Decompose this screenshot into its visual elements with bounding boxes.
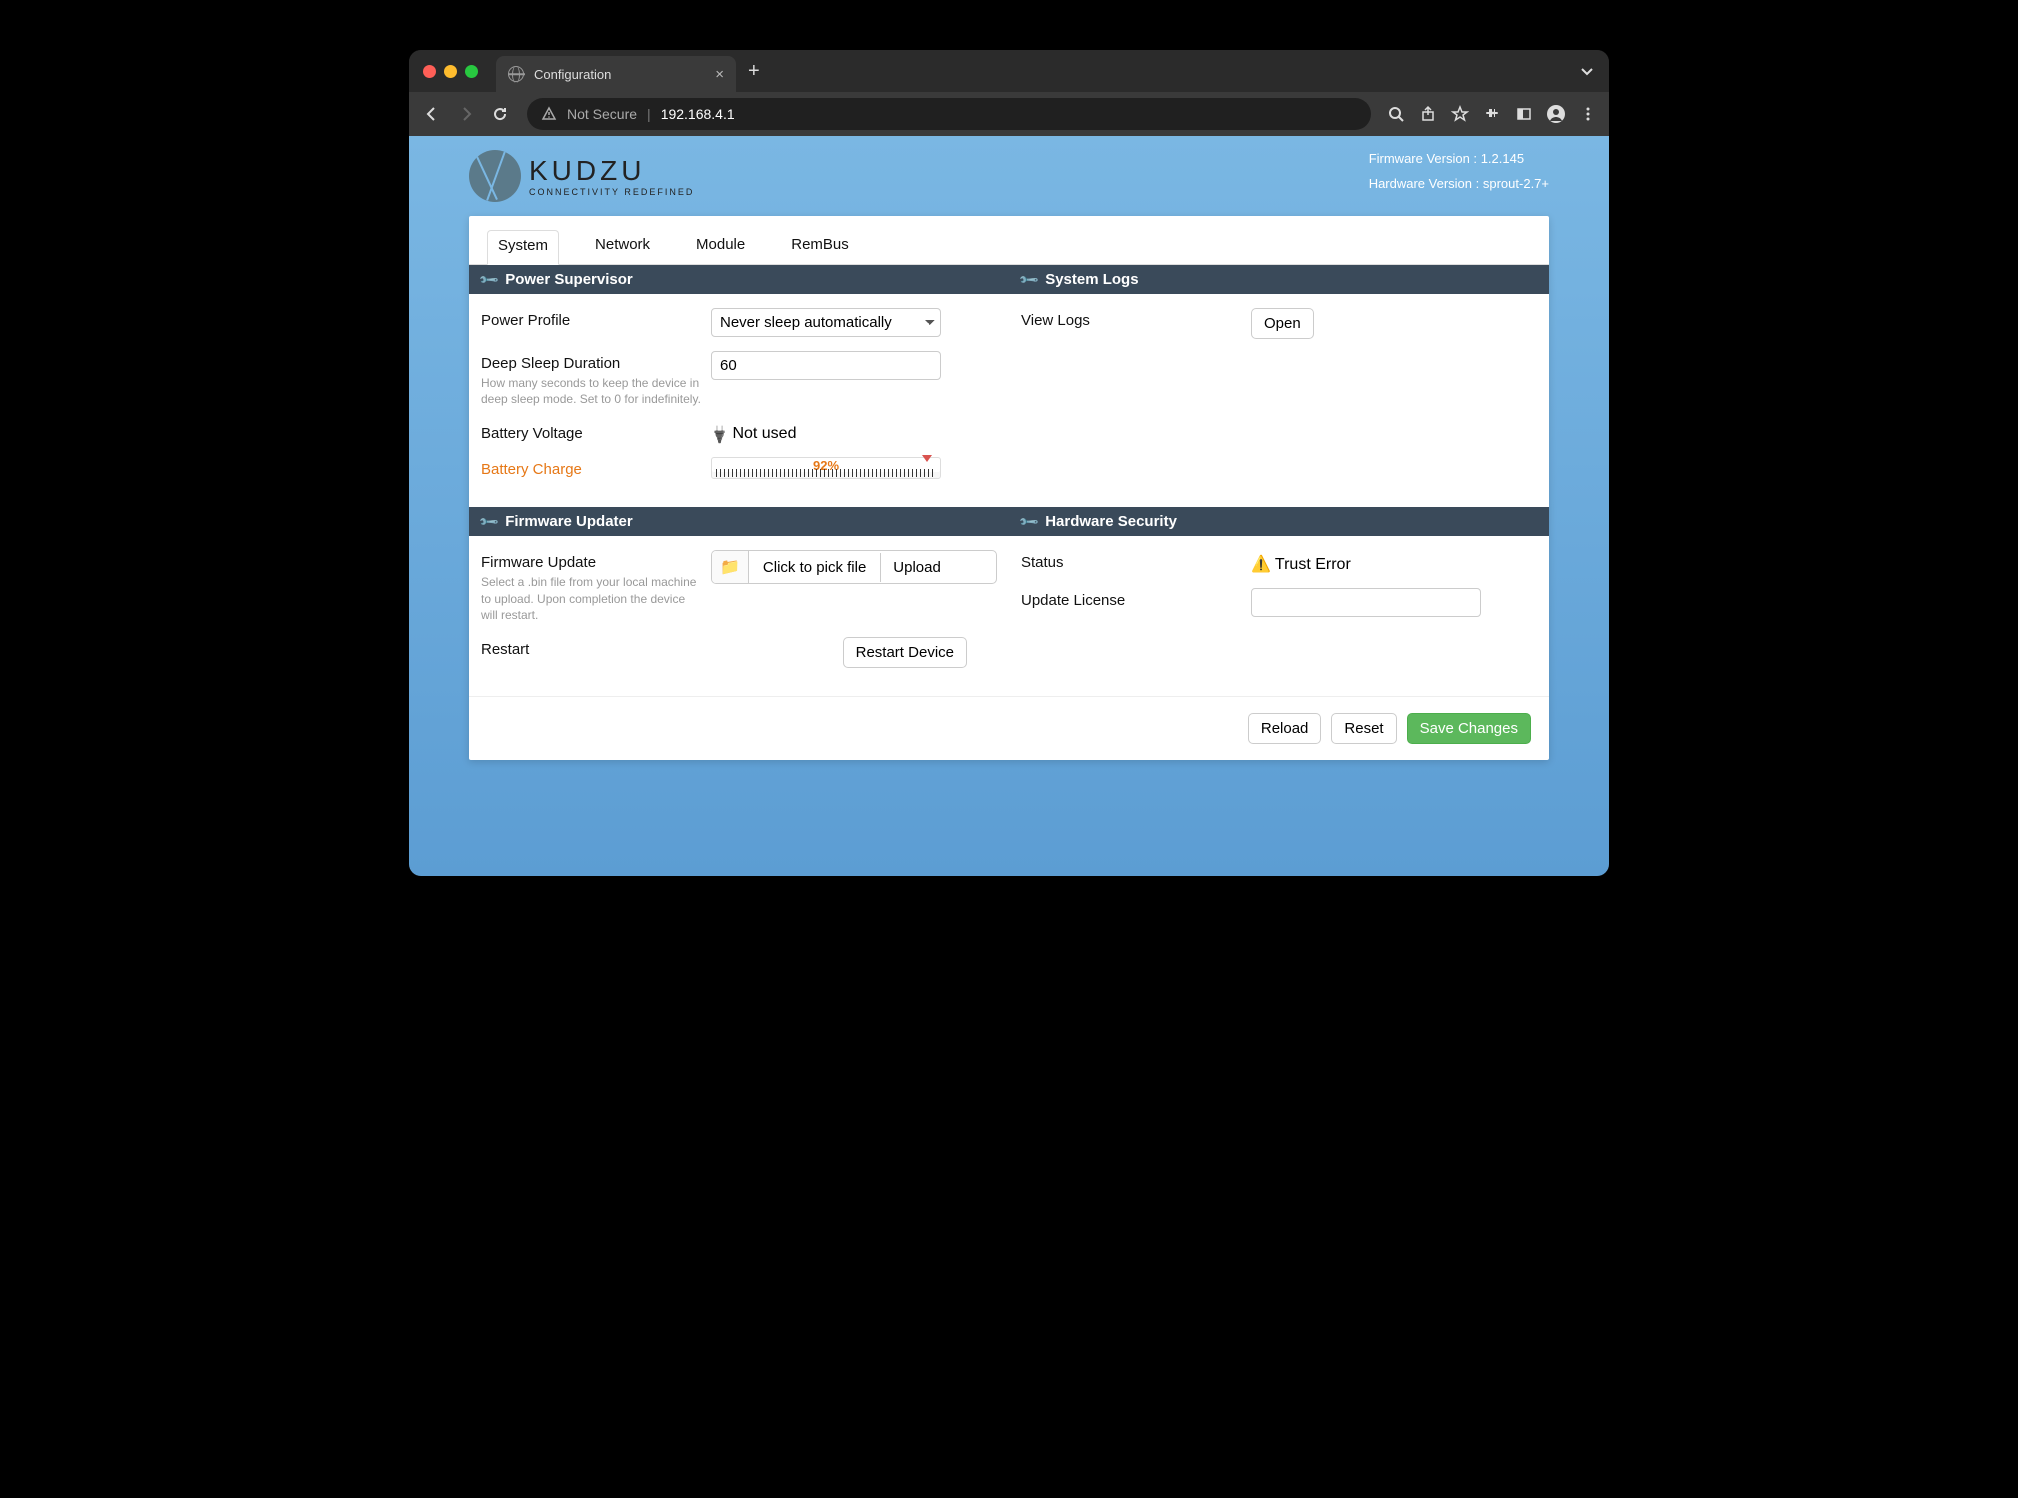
status-label: Status <box>1021 550 1251 571</box>
restart-device-button[interactable]: Restart Device <box>843 637 967 668</box>
logo: KUDZU CONNECTIVITY REDEFINED <box>469 150 694 202</box>
close-window-button[interactable] <box>423 65 436 78</box>
browser-tab[interactable]: Configuration × <box>496 56 736 92</box>
panel-title: Hardware Security <box>1045 513 1177 530</box>
back-button[interactable] <box>417 99 447 129</box>
firmware-version-label: Firmware Version : <box>1369 151 1477 166</box>
new-tab-button[interactable]: + <box>748 60 760 83</box>
not-secure-label: Not Secure <box>567 106 637 122</box>
save-changes-button[interactable]: Save Changes <box>1407 713 1531 744</box>
close-tab-icon[interactable]: × <box>715 66 724 83</box>
panel-title: Power Supervisor <box>505 271 633 288</box>
hardware-version-label: Hardware Version : <box>1369 176 1480 191</box>
firmware-update-help: Select a .bin file from your local machi… <box>481 574 701 623</box>
traffic-lights <box>423 65 478 78</box>
battery-voltage-label: Battery Voltage <box>481 421 711 442</box>
globe-icon <box>508 66 524 82</box>
tab-title: Configuration <box>534 67 611 82</box>
reset-button[interactable]: Reset <box>1331 713 1396 744</box>
file-picker: 📁 Click to pick file Upload <box>711 550 997 584</box>
url-text: 192.168.4.1 <box>661 106 735 122</box>
battery-charge-label: Battery Charge <box>481 457 711 478</box>
power-profile-label: Power Profile <box>481 308 711 329</box>
extensions-icon[interactable] <box>1479 101 1505 127</box>
menu-icon[interactable] <box>1575 101 1601 127</box>
panel-icon[interactable] <box>1511 101 1537 127</box>
minimize-window-button[interactable] <box>444 65 457 78</box>
view-logs-label: View Logs <box>1021 308 1251 329</box>
panel-hardware-security: 🔧Hardware Security Status ⚠️Trust Error … <box>1009 507 1549 696</box>
maximize-window-button[interactable] <box>465 65 478 78</box>
tab-network[interactable]: Network <box>585 230 660 264</box>
config-panel: System Network Module RemBus 🔧Power Supe… <box>469 216 1549 760</box>
firmware-version-value: 1.2.145 <box>1481 151 1524 166</box>
gauge-marker-icon <box>922 455 932 462</box>
file-picker-label[interactable]: Click to pick file <box>749 553 881 582</box>
brand-name: KUDZU <box>529 155 694 187</box>
tab-rembus[interactable]: RemBus <box>781 230 859 264</box>
wrench-icon: 🔧 <box>1018 268 1041 291</box>
footer-actions: Reload Reset Save Changes <box>469 696 1549 760</box>
toolbar-right <box>1383 101 1601 127</box>
deep-sleep-help: How many seconds to keep the device in d… <box>481 375 701 407</box>
address-bar: Not Secure | 192.168.4.1 <box>409 92 1609 136</box>
wrench-icon: 🔧 <box>478 268 501 291</box>
hardware-version-value: sprout-2.7+ <box>1483 176 1549 191</box>
wrench-icon: 🔧 <box>478 510 501 533</box>
address-field[interactable]: Not Secure | 192.168.4.1 <box>527 98 1371 130</box>
bookmark-icon[interactable] <box>1447 101 1473 127</box>
browser-window: Configuration × + Not Secure | 192.168.4… <box>409 50 1609 876</box>
deep-sleep-label: Deep Sleep Duration <box>481 351 711 372</box>
panel-title: Firmware Updater <box>505 513 633 530</box>
profile-icon[interactable] <box>1543 101 1569 127</box>
warning-icon <box>541 106 557 122</box>
tab-system[interactable]: System <box>487 230 559 265</box>
battery-voltage-value: Not used <box>732 425 796 442</box>
tab-nav: System Network Module RemBus <box>469 216 1549 265</box>
folder-icon[interactable]: 📁 <box>712 551 749 583</box>
reload-button[interactable] <box>485 99 515 129</box>
warning-icon: ⚠️ <box>1251 556 1271 573</box>
logo-icon <box>469 150 521 202</box>
deep-sleep-input[interactable] <box>711 351 941 380</box>
reload-button[interactable]: Reload <box>1248 713 1322 744</box>
battery-charge-gauge: 92% <box>711 457 941 479</box>
panel-power-supervisor: 🔧Power Supervisor Power Profile Never sl… <box>469 265 1009 507</box>
separator: | <box>647 106 651 122</box>
license-input[interactable] <box>1251 588 1481 617</box>
search-icon[interactable] <box>1383 101 1409 127</box>
panel-firmware-updater: 🔧Firmware Updater Firmware Update Select… <box>469 507 1009 696</box>
status-value: Trust Error <box>1275 556 1351 573</box>
panel-title: System Logs <box>1045 271 1138 288</box>
wrench-icon: 🔧 <box>1018 510 1041 533</box>
upload-button[interactable]: Upload <box>881 553 953 582</box>
license-label: Update License <box>1021 588 1251 609</box>
panel-system-logs: 🔧System Logs View Logs Open <box>1009 265 1549 507</box>
tab-module[interactable]: Module <box>686 230 755 264</box>
page: KUDZU CONNECTIVITY REDEFINED Firmware Ve… <box>409 136 1609 876</box>
brand-tagline: CONNECTIVITY REDEFINED <box>529 187 694 197</box>
share-icon[interactable] <box>1415 101 1441 127</box>
tab-list-button[interactable] <box>1579 63 1595 79</box>
forward-button[interactable] <box>451 99 481 129</box>
titlebar: Configuration × + <box>409 50 1609 92</box>
restart-label: Restart <box>481 637 711 658</box>
page-header: KUDZU CONNECTIVITY REDEFINED Firmware Ve… <box>409 136 1609 210</box>
versions: Firmware Version : 1.2.145 Hardware Vers… <box>1369 151 1549 201</box>
plug-icon: 🔌 <box>708 422 732 446</box>
power-profile-select[interactable]: Never sleep automatically <box>711 308 941 337</box>
open-logs-button[interactable]: Open <box>1251 308 1314 339</box>
firmware-update-label: Firmware Update <box>481 550 711 571</box>
